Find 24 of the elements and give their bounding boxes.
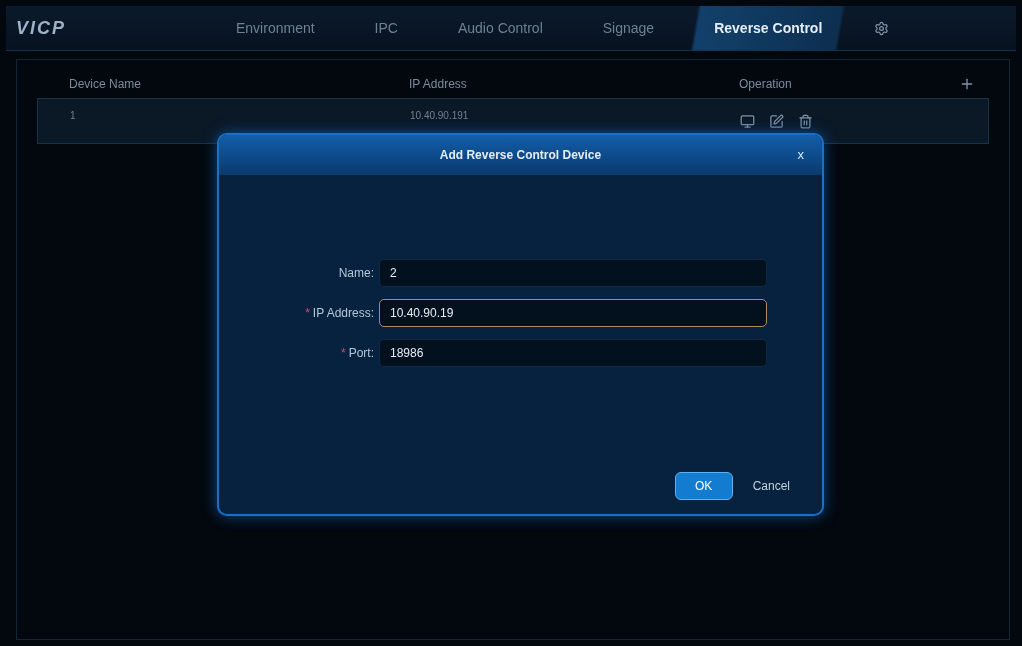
input-field[interactable]: 2: [379, 259, 767, 287]
table-cell-text: 1: [70, 109, 77, 121]
field-label: * Port:: [340, 346, 375, 360]
cancel-button[interactable]: Cancel: [746, 472, 796, 500]
column-header: Device Name: [69, 77, 143, 91]
table-cell-text: 10.40.90.191: [410, 109, 470, 121]
column-header: IP Address: [409, 77, 468, 91]
monitor-icon[interactable]: [740, 113, 755, 129]
nav-tab[interactable]: Environment: [206, 6, 345, 50]
edit-icon[interactable]: [769, 113, 784, 129]
app-logo: VICP: [15, 17, 67, 39]
nav-tab[interactable]: Audio Control: [427, 6, 573, 50]
field-label: * IP Address:: [304, 306, 375, 320]
settings-icon[interactable]: [874, 20, 890, 36]
column-header: Operation: [739, 77, 793, 91]
trash-icon[interactable]: [798, 113, 813, 129]
ok-button[interactable]: OK: [674, 472, 733, 500]
input-field[interactable]: 18986: [379, 339, 767, 367]
input-field[interactable]: 10.40.90.19: [379, 299, 767, 327]
close-button[interactable]: x: [793, 147, 808, 162]
field-label: Name:: [337, 266, 375, 280]
nav-tab[interactable]: IPC: [344, 6, 428, 50]
dialog-title: Add Reverse Control Device: [439, 148, 602, 162]
nav-tab[interactable]: Signage: [572, 6, 685, 50]
